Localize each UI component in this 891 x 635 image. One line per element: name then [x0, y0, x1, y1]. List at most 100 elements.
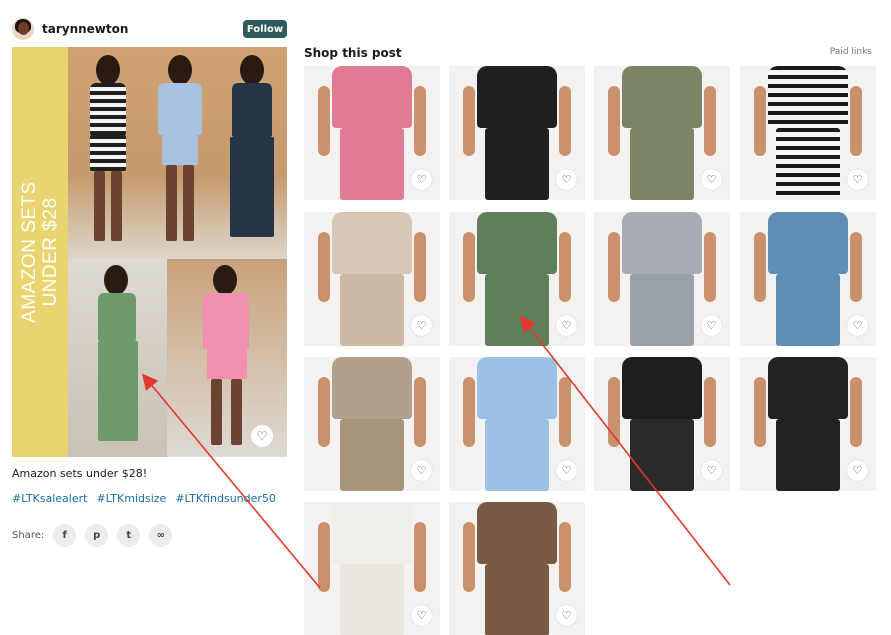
heart-icon[interactable]: ♡	[411, 605, 432, 626]
post-caption: Amazon sets under $28!	[12, 467, 148, 480]
arm	[608, 232, 620, 302]
product-image-bottom	[340, 128, 404, 200]
product-image-bottom	[485, 128, 549, 200]
product-card[interactable]: ♡	[449, 212, 585, 346]
arm	[754, 232, 766, 302]
product-image-top	[332, 212, 412, 274]
arm	[559, 86, 571, 156]
product-image-top	[768, 357, 848, 419]
profile-header: tarynnewton Follow	[12, 18, 287, 40]
pinterest-icon[interactable]: p	[85, 524, 109, 547]
arm	[414, 232, 426, 302]
heart-icon[interactable]: ♡	[411, 315, 432, 336]
arm	[463, 232, 475, 302]
photo-green-outfit	[68, 259, 167, 457]
username[interactable]: tarynnewton	[42, 22, 128, 36]
heart-icon[interactable]: ♡	[556, 605, 577, 626]
product-image-top	[622, 212, 702, 274]
arm	[463, 377, 475, 447]
arm	[463, 86, 475, 156]
hashtag-link[interactable]: #LTKsalealert	[12, 492, 87, 505]
heart-icon[interactable]: ♡	[556, 169, 577, 190]
hashtag-list: #LTKsalealert #LTKmidsize #LTKfindsunder…	[12, 492, 276, 505]
arm	[414, 522, 426, 592]
arm	[754, 86, 766, 156]
product-card[interactable]: ♡	[304, 66, 440, 200]
heart-icon[interactable]: ♡	[701, 169, 722, 190]
product-image-bottom	[340, 419, 404, 491]
product-card[interactable]: ♡	[304, 502, 440, 635]
arm	[608, 377, 620, 447]
heart-icon[interactable]: ♡	[411, 460, 432, 481]
product-image-bottom	[630, 274, 694, 346]
arm	[463, 522, 475, 592]
product-image-top	[768, 66, 848, 128]
product-image-bottom	[630, 128, 694, 200]
arm	[754, 377, 766, 447]
shop-title: Shop this post	[304, 46, 402, 60]
arm	[318, 232, 330, 302]
product-image-bottom	[340, 564, 404, 635]
post-image[interactable]: AMAZON SETS UNDER $28	[12, 47, 287, 457]
product-image-top	[332, 502, 412, 564]
heart-icon[interactable]: ♡	[556, 460, 577, 481]
heart-icon[interactable]: ♡	[411, 169, 432, 190]
arm	[850, 86, 862, 156]
product-card[interactable]: ♡	[304, 357, 440, 491]
arm	[559, 377, 571, 447]
arm	[318, 377, 330, 447]
product-card[interactable]: ♡	[740, 66, 876, 200]
heart-icon[interactable]: ♡	[847, 169, 868, 190]
product-card[interactable]: ♡	[740, 212, 876, 346]
product-image-top	[477, 502, 557, 564]
product-image-top	[622, 357, 702, 419]
product-image-bottom	[630, 419, 694, 491]
product-image-top	[332, 66, 412, 128]
product-image-bottom	[776, 274, 840, 346]
share-label: Share:	[12, 530, 45, 541]
product-card[interactable]: ♡	[594, 66, 730, 200]
arm	[318, 522, 330, 592]
product-card[interactable]: ♡	[594, 357, 730, 491]
product-card[interactable]: ♡	[449, 502, 585, 635]
hero-title: AMAZON SETS UNDER $28	[19, 181, 61, 323]
paid-links-label: Paid links	[829, 47, 872, 57]
product-image-top	[477, 357, 557, 419]
product-image-bottom	[485, 274, 549, 346]
hero-title-line2: UNDER $28	[40, 197, 61, 307]
hero-title-line1: AMAZON SETS	[19, 181, 40, 323]
product-card[interactable]: ♡	[449, 357, 585, 491]
product-card[interactable]: ♡	[594, 212, 730, 346]
hashtag-link[interactable]: #LTKmidsize	[96, 492, 166, 505]
product-image-bottom	[776, 128, 840, 200]
avatar[interactable]	[12, 18, 34, 40]
arm	[704, 86, 716, 156]
link-icon[interactable]: ∞	[149, 524, 173, 547]
heart-icon[interactable]: ♡	[701, 460, 722, 481]
heart-icon[interactable]: ♡	[847, 460, 868, 481]
product-card[interactable]: ♡	[449, 66, 585, 200]
arm	[414, 377, 426, 447]
heart-icon[interactable]: ♡	[847, 315, 868, 336]
twitter-icon[interactable]: t	[117, 524, 141, 547]
hashtag-link[interactable]: #LTKfindsunder50	[175, 492, 276, 505]
product-image-top	[332, 357, 412, 419]
product-image-top	[477, 212, 557, 274]
product-card[interactable]: ♡	[304, 212, 440, 346]
photo-three-outfits	[68, 47, 287, 259]
arm	[704, 377, 716, 447]
product-image-bottom	[485, 419, 549, 491]
product-image-bottom	[340, 274, 404, 346]
heart-icon[interactable]: ♡	[251, 425, 273, 447]
heart-icon[interactable]: ♡	[556, 315, 577, 336]
product-card[interactable]: ♡	[740, 357, 876, 491]
product-image-top	[622, 66, 702, 128]
arm	[850, 377, 862, 447]
follow-button[interactable]: Follow	[243, 20, 287, 38]
arm	[608, 86, 620, 156]
facebook-icon[interactable]: f	[53, 524, 77, 547]
product-image-top	[768, 212, 848, 274]
arm	[559, 522, 571, 592]
arm	[559, 232, 571, 302]
heart-icon[interactable]: ♡	[701, 315, 722, 336]
